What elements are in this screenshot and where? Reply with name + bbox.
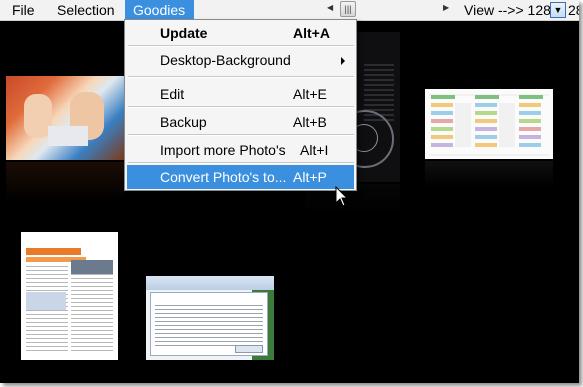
- menu-separator: [128, 45, 354, 47]
- chevron-down-icon[interactable]: ▼: [550, 2, 566, 18]
- menu-item-shortcut: Alt+B: [293, 114, 327, 130]
- scroll-thumb[interactable]: |||: [340, 1, 356, 17]
- thumbnail-baby-photo[interactable]: [6, 76, 124, 160]
- menu-item-label: Update: [160, 25, 208, 41]
- article-heading: [26, 248, 81, 255]
- menu-bar: File Selection Goodies ◀ ||| ▶ View -->>…: [0, 0, 579, 21]
- menu-item-edit[interactable]: Edit Alt+E: [127, 82, 354, 106]
- mouse-cursor-icon: [335, 186, 349, 207]
- menu-separator: [128, 162, 354, 164]
- thumbnail-reflection: [6, 162, 124, 202]
- menu-item-import-photos[interactable]: Import more Photo's Alt+I: [127, 138, 354, 162]
- menu-item-label: Convert Photo's to...: [160, 169, 287, 185]
- article-column-right: [71, 266, 113, 352]
- thumbnail-calendar-spreadsheet[interactable]: [425, 89, 553, 159]
- menu-item-shortcut: Alt+A: [293, 25, 330, 41]
- menu-item-label: Backup: [160, 114, 207, 130]
- scroll-left-icon[interactable]: ◀: [327, 3, 333, 12]
- menu-selection[interactable]: Selection: [49, 0, 123, 20]
- menu-item-shortcut: Alt+P: [293, 169, 327, 185]
- thumbnail-reflection: [425, 161, 553, 187]
- thumbnail-spotlight-article[interactable]: [21, 232, 118, 360]
- goodies-dropdown-menu: Update Alt+A Desktop-Background Edit Alt…: [124, 19, 357, 191]
- menu-item-update[interactable]: Update Alt+A: [127, 21, 354, 45]
- article-figure: [26, 292, 66, 310]
- window-titlebar: [146, 276, 274, 290]
- dialog-text-lines: [155, 305, 263, 349]
- menu-item-convert-photos[interactable]: Convert Photo's to... Alt+P: [127, 165, 354, 189]
- menu-item-shortcut: Alt+I: [300, 142, 329, 158]
- horizontal-scrollbar[interactable]: ◀ ||| ▶: [320, 0, 456, 20]
- menu-item-label: Import more Photo's: [160, 142, 286, 158]
- submenu-arrow-icon: [341, 57, 345, 65]
- blanket: [48, 126, 88, 146]
- menu-separator: [128, 106, 354, 108]
- thumbnail-dark-magazine-page[interactable]: [336, 32, 400, 182]
- menu-item-desktop-background[interactable]: Desktop-Background: [127, 48, 354, 72]
- dialog-button: [235, 345, 263, 353]
- menu-file[interactable]: File: [4, 0, 43, 20]
- menu-separator: [128, 76, 354, 78]
- menu-item-label: Desktop-Background: [160, 52, 291, 68]
- view-size-label: View -->> 128 x: [464, 2, 562, 18]
- menu-goodies[interactable]: Goodies: [125, 0, 194, 20]
- menu-item-label: Edit: [160, 86, 185, 102]
- calendar-grid: [429, 94, 549, 156]
- scroll-right-icon[interactable]: ▶: [443, 3, 449, 12]
- view-size-value: 28: [568, 2, 579, 18]
- menu-separator: [128, 134, 354, 136]
- menu-item-backup[interactable]: Backup Alt+B: [127, 110, 354, 134]
- dialog-box: [150, 292, 268, 356]
- article-figure-dark: [71, 260, 113, 274]
- photo-viewer-window: File Selection Goodies ◀ ||| ▶ View -->>…: [0, 0, 579, 383]
- thumbnail-dialog-screenshot[interactable]: [146, 276, 274, 360]
- menu-item-shortcut: Alt+E: [293, 86, 327, 102]
